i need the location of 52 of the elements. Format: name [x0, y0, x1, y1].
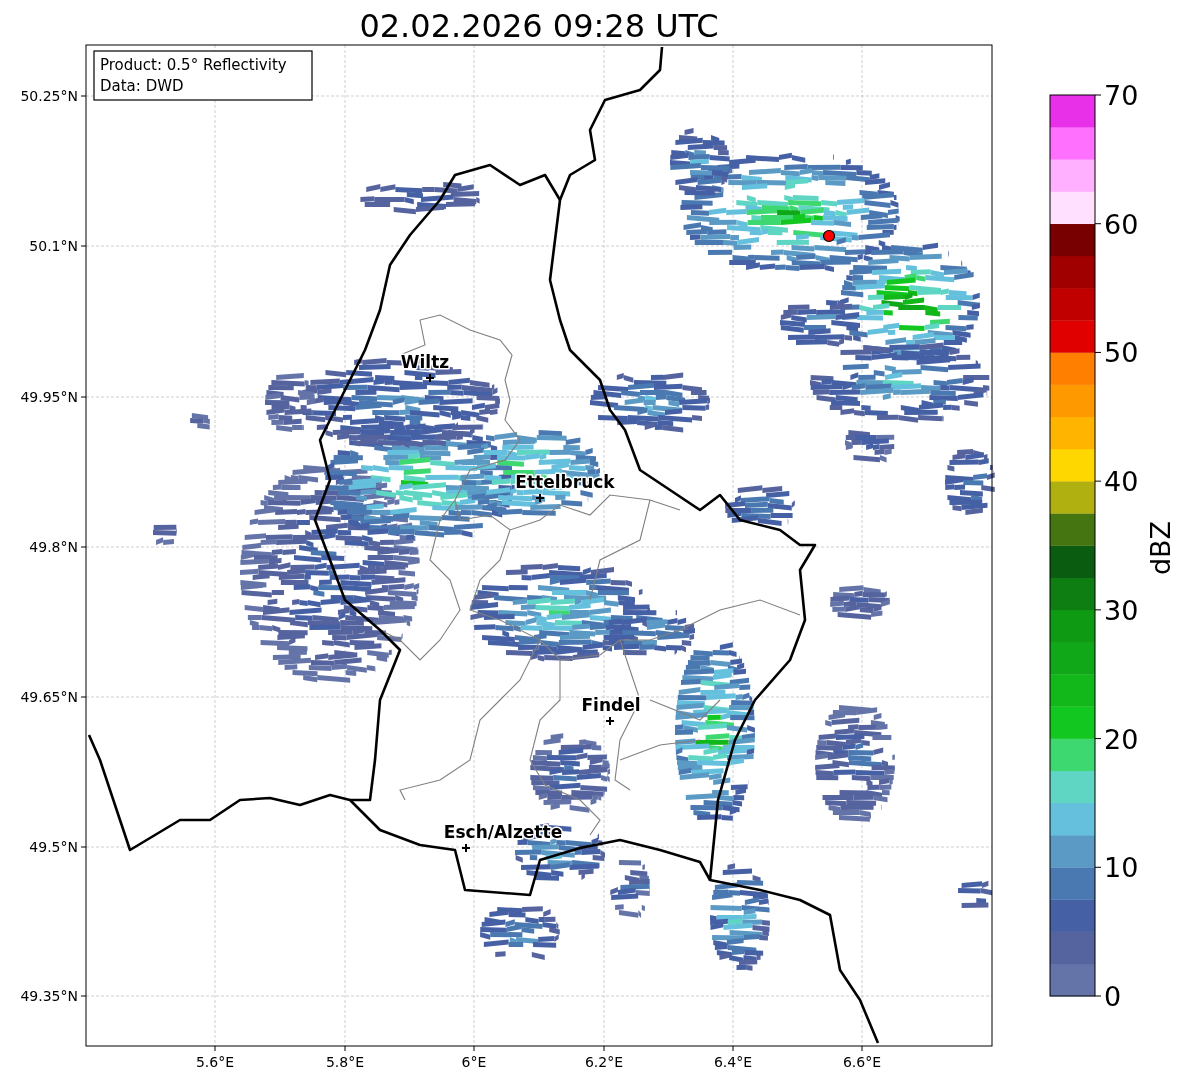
city-marker-icon [425, 373, 435, 383]
colorbar-tick-label: 60 [1104, 208, 1139, 240]
axis-tick [1094, 995, 1102, 997]
colorbar-axis-label: dBZ [1145, 520, 1176, 576]
colorbar-tick-label: 20 [1104, 723, 1139, 755]
axis-tick [80, 396, 87, 398]
city-marker-icon [535, 493, 545, 503]
axis-tick [214, 1045, 216, 1052]
city-marker-icon [461, 843, 471, 853]
longitude-tick-label: 6.6°E [842, 1054, 882, 1070]
axis-tick [80, 995, 87, 997]
axis-tick [1094, 480, 1102, 482]
longitude-tick-label: 6.4°E [713, 1054, 753, 1070]
latitude-tick-label: 49.95°N [20, 389, 78, 405]
longitude-tick-label: 6.2°E [584, 1054, 624, 1070]
axis-tick [80, 696, 87, 698]
colorbar-tick-label: 50 [1104, 337, 1139, 369]
axis-tick [732, 1045, 734, 1052]
colorbar-tick-label: 10 [1104, 852, 1139, 884]
product-label: Product: 0.5° Reflectivity [100, 56, 287, 74]
colorbar-tick-label: 0 [1104, 981, 1122, 1012]
city-label: Findel [581, 695, 641, 715]
axis-tick [1094, 94, 1102, 96]
axis-tick [80, 846, 87, 848]
latitude-tick-label: 50.1°N [29, 238, 78, 254]
colorbar-tick-label: 30 [1104, 594, 1139, 626]
axis-tick [80, 95, 87, 97]
axis-tick [861, 1045, 863, 1052]
latitude-tick-label: 49.5°N [29, 839, 78, 855]
axis-tick [1094, 866, 1102, 868]
colorbar-tick-label: 70 [1104, 80, 1139, 111]
latitude-tick-label: 49.8°N [29, 539, 78, 555]
axis-tick [80, 546, 87, 548]
axis-tick [344, 1045, 346, 1052]
axis-tick [1094, 609, 1102, 611]
axis-tick [1094, 351, 1102, 353]
longitude-tick-label: 6°E [461, 1054, 487, 1070]
figure-title: 02.02.2026 09:28 UTC [359, 7, 719, 45]
axis-tick [1094, 738, 1102, 740]
axis-tick [473, 1045, 475, 1052]
data-source-label: Data: DWD [100, 77, 184, 95]
radar-site-marker [822, 229, 836, 243]
axis-tick [80, 245, 87, 247]
axis-tick [603, 1045, 605, 1052]
latitude-tick-label: 50.25°N [20, 88, 78, 104]
latitude-tick-label: 49.65°N [20, 689, 78, 705]
city-marker-icon [605, 716, 615, 726]
longitude-tick-label: 5.8°E [325, 1054, 365, 1070]
longitude-tick-label: 5.6°E [195, 1054, 235, 1070]
colorbar-tick-label: 40 [1104, 466, 1139, 498]
axis-tick [1094, 223, 1102, 225]
latitude-tick-label: 49.35°N [20, 988, 78, 1004]
